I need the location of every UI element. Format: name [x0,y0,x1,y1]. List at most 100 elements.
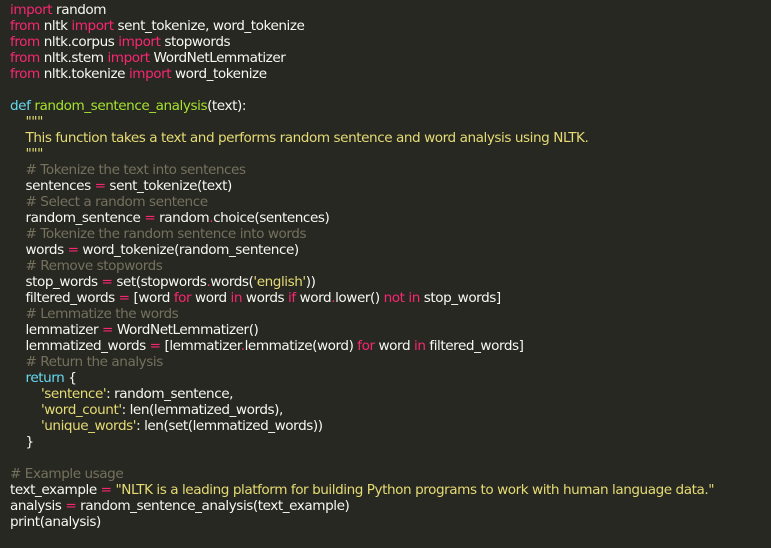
code-text-token: lemmatizer [10,322,103,338]
code-line: # Example usage [10,466,771,482]
code-line: lemmatizer = WordNetLemmatizer() [10,322,771,338]
code-text-token: random [155,210,210,226]
code-text-token: lemmatize(word) [244,338,358,354]
keyword-token: from [10,50,40,66]
code-text-token: [word [129,290,174,306]
code-text-token: } [10,434,34,450]
keyword-token: = [149,338,161,354]
code-line: analysis = random_sentence_analysis(text… [10,498,771,514]
code-text-token: : len(lemmatized_words), [121,402,284,418]
string-token: "NLTK is a leading platform for building… [115,482,715,498]
keyword-token: not in [383,290,421,306]
code-text-token: : len(set(lemmatized_words)) [136,418,323,434]
def-keyword-token: def [10,98,31,114]
keyword-token: from [10,66,40,82]
code-text-token: print(analysis) [10,514,101,530]
keyword-token: import [10,2,53,18]
keyword-token: import [71,18,114,34]
code-line: from nltk import sent_tokenize, word_tok… [10,18,771,34]
code-text-token: lower() [335,290,384,306]
code-line: def random_sentence_analysis(text): [10,98,771,114]
code-line: 'sentence': random_sentence, [10,386,771,402]
string-token: 'sentence' [10,386,107,402]
code-text-token: set(stopwords [112,274,207,290]
code-text-token: (text): [207,98,246,114]
code-text-token: words [10,242,68,258]
comment-token: # Select a random sentence [10,194,208,210]
code-text-token: word [191,290,231,306]
code-line: from nltk.corpus import stopwords [10,34,771,50]
keyword-token: in [230,290,243,306]
code-line: """ [10,114,771,130]
keyword-token: = [67,242,79,258]
code-line: # Return the analysis [10,354,771,370]
keyword-token: from [10,18,40,34]
keyword-token: = [144,210,156,226]
code-text-token: random [52,2,107,18]
code-line: 'word_count': len(lemmatized_words), [10,402,771,418]
code-line: This function takes a text and performs … [10,130,771,146]
code-line: words = word_tokenize(random_sentence) [10,242,771,258]
comment-token: # Example usage [10,466,124,482]
code-text-token: word [374,338,414,354]
code-text-token: filtered_words [10,290,119,306]
code-line: # Tokenize the random sentence into word… [10,226,771,242]
comment-token: # Tokenize the text into sentences [10,162,246,178]
keyword-token: = [100,482,112,498]
code-text-token: text_example [10,482,101,498]
code-text-token: { [64,370,77,386]
keyword-token: = [94,178,106,194]
code-line: print(analysis) [10,514,771,530]
code-text-token: random_sentence_analysis(text_example) [76,498,350,514]
keyword-token: for [357,338,375,354]
function-name-token: random_sentence_analysis [34,98,208,114]
keyword-token: from [10,34,40,50]
code-line: """ [10,146,771,162]
code-text-token: word_tokenize [171,66,267,82]
keyword-token: import [128,66,172,82]
code-text-token: WordNetLemmatizer() [112,322,259,338]
code-text-token: stop_words [10,274,102,290]
def-keyword-token: return [10,370,65,386]
code-text-token: )) [305,274,316,290]
code-text-token: random_sentence [10,210,145,226]
code-text-token: nltk.stem [39,50,108,66]
comment-token: # Tokenize the random sentence into word… [10,226,307,242]
code-line: return { [10,370,771,386]
string-token: """ [10,114,43,130]
code-text-token: words [242,290,289,306]
code-text-token: filtered_words] [425,338,524,354]
code-line: # Select a random sentence [10,194,771,210]
code-text-token: nltk.tokenize [39,66,129,82]
keyword-token: = [101,274,113,290]
code-text-token: sent_tokenize(text) [105,178,232,194]
code-line: lemmatized_words = [lemmatizer.lemmatize… [10,338,771,354]
code-line: text_example = "NLTK is a leading platfo… [10,482,771,498]
keyword-token: = [65,498,77,514]
code-line: # Lemmatize the words [10,306,771,322]
keyword-token: if [288,290,296,306]
string-token: 'word_count' [10,402,122,418]
code-text-token: choice(sentences) [213,210,330,226]
code-editor[interactable]: import random from nltk import sent_token… [0,0,771,548]
code-line: sentences = sent_tokenize(text) [10,178,771,194]
code-line: import random [10,2,771,18]
code-text-token: nltk.corpus [39,34,119,50]
keyword-token: import [118,34,161,50]
string-token: 'english' [253,274,306,290]
code-text-token: stop_words] [419,290,501,306]
code-text-token: stopwords [160,34,231,50]
keyword-token: import [107,50,150,66]
code-text-token: word [295,290,332,306]
code-line: } [10,434,771,450]
keyword-token: = [118,290,130,306]
code-text-token: lemmatized_words [10,338,150,354]
code-text-token: : random_sentence, [106,386,234,402]
code-text-token: words( [210,274,254,290]
comment-token: # Remove stopwords [10,258,163,274]
code-text-token: WordNetLemmatizer [149,50,286,66]
code-line: filtered_words = [word for word in words… [10,290,771,306]
code-text-token: word_tokenize(random_sentence) [78,242,299,258]
